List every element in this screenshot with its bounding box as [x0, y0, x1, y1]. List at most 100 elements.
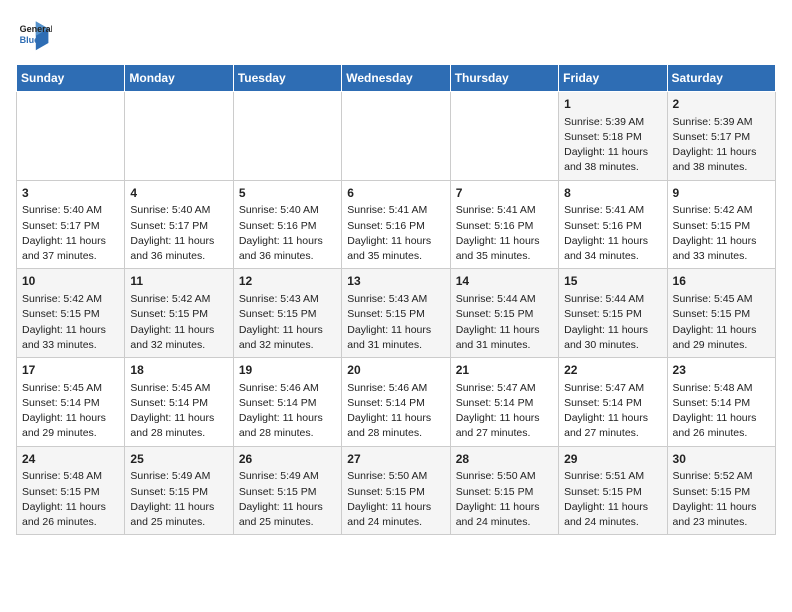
- calendar-cell: 4Sunrise: 5:40 AM Sunset: 5:17 PM Daylig…: [125, 180, 233, 269]
- day-info: Sunrise: 5:44 AM Sunset: 5:15 PM Dayligh…: [564, 292, 661, 353]
- day-info: Sunrise: 5:42 AM Sunset: 5:15 PM Dayligh…: [22, 292, 119, 353]
- day-info: Sunrise: 5:47 AM Sunset: 5:14 PM Dayligh…: [456, 381, 553, 442]
- calendar-cell: 8Sunrise: 5:41 AM Sunset: 5:16 PM Daylig…: [559, 180, 667, 269]
- day-number: 14: [456, 273, 553, 290]
- day-of-week-header: Tuesday: [233, 65, 341, 92]
- calendar-cell: 22 Sunrise: 5:47 AM Sunset: 5:14 PM Dayli…: [559, 358, 667, 447]
- day-number: 4: [130, 185, 227, 202]
- day-number: 18: [130, 362, 227, 379]
- calendar-cell: 27Sunrise: 5:50 AM Sunset: 5:15 PM Dayli…: [342, 446, 450, 535]
- page-header: General Blue: [16, 16, 776, 52]
- logo: General Blue: [16, 16, 52, 52]
- day-info: Sunrise: 5:46 AM Sunset: 5:14 PM Dayligh…: [347, 381, 444, 442]
- calendar-cell: 17 Sunrise: 5:45 AM Sunset: 5:14 PM Dayli…: [17, 358, 125, 447]
- day-info: Sunrise: 5:44 AM Sunset: 5:15 PM Dayligh…: [456, 292, 553, 353]
- calendar-cell: 21 Sunrise: 5:47 AM Sunset: 5:14 PM Dayli…: [450, 358, 558, 447]
- day-number: 24: [22, 451, 119, 468]
- svg-text:Blue: Blue: [20, 35, 40, 45]
- calendar-cell: 18 Sunrise: 5:45 AM Sunset: 5:14 PM Dayli…: [125, 358, 233, 447]
- svg-text:General: General: [20, 24, 52, 34]
- day-number: 2: [673, 96, 770, 113]
- calendar-cell: 12 Sunrise: 5:43 AM Sunset: 5:15 PM Dayli…: [233, 269, 341, 358]
- calendar-cell: 29Sunrise: 5:51 AM Sunset: 5:15 PM Dayli…: [559, 446, 667, 535]
- calendar-cell: [450, 92, 558, 181]
- day-number: 10: [22, 273, 119, 290]
- calendar-cell: 11 Sunrise: 5:42 AM Sunset: 5:15 PM Dayli…: [125, 269, 233, 358]
- calendar-cell: 13 Sunrise: 5:43 AM Sunset: 5:15 PM Dayli…: [342, 269, 450, 358]
- day-info: Sunrise: 5:48 AM Sunset: 5:14 PM Dayligh…: [673, 381, 770, 442]
- day-info: Sunrise: 5:41 AM Sunset: 5:16 PM Dayligh…: [456, 203, 553, 264]
- day-number: 15: [564, 273, 661, 290]
- calendar-cell: [17, 92, 125, 181]
- calendar-cell: 24Sunrise: 5:48 AM Sunset: 5:15 PM Dayli…: [17, 446, 125, 535]
- day-info: Sunrise: 5:45 AM Sunset: 5:14 PM Dayligh…: [22, 381, 119, 442]
- day-info: Sunrise: 5:48 AM Sunset: 5:15 PM Dayligh…: [22, 469, 119, 530]
- calendar-cell: 20 Sunrise: 5:46 AM Sunset: 5:14 PM Dayli…: [342, 358, 450, 447]
- day-number: 13: [347, 273, 444, 290]
- calendar-week-row: 10 Sunrise: 5:42 AM Sunset: 5:15 PM Dayli…: [17, 269, 776, 358]
- day-info: Sunrise: 5:50 AM Sunset: 5:15 PM Dayligh…: [347, 469, 444, 530]
- day-number: 30: [673, 451, 770, 468]
- calendar-cell: 6Sunrise: 5:41 AM Sunset: 5:16 PM Daylig…: [342, 180, 450, 269]
- day-info: Sunrise: 5:40 AM Sunset: 5:17 PM Dayligh…: [130, 203, 227, 264]
- day-of-week-header: Friday: [559, 65, 667, 92]
- day-number: 23: [673, 362, 770, 379]
- day-info: Sunrise: 5:50 AM Sunset: 5:15 PM Dayligh…: [456, 469, 553, 530]
- day-number: 17: [22, 362, 119, 379]
- calendar-cell: [233, 92, 341, 181]
- day-info: Sunrise: 5:45 AM Sunset: 5:15 PM Dayligh…: [673, 292, 770, 353]
- calendar-cell: 28Sunrise: 5:50 AM Sunset: 5:15 PM Dayli…: [450, 446, 558, 535]
- calendar-cell: 19Sunrise: 5:46 AM Sunset: 5:14 PM Dayli…: [233, 358, 341, 447]
- day-info: Sunrise: 5:40 AM Sunset: 5:16 PM Dayligh…: [239, 203, 336, 264]
- calendar-cell: 14 Sunrise: 5:44 AM Sunset: 5:15 PM Dayli…: [450, 269, 558, 358]
- calendar-cell: 7Sunrise: 5:41 AM Sunset: 5:16 PM Daylig…: [450, 180, 558, 269]
- day-info: Sunrise: 5:43 AM Sunset: 5:15 PM Dayligh…: [239, 292, 336, 353]
- day-info: Sunrise: 5:45 AM Sunset: 5:14 PM Dayligh…: [130, 381, 227, 442]
- calendar-week-row: 3Sunrise: 5:40 AM Sunset: 5:17 PM Daylig…: [17, 180, 776, 269]
- day-info: Sunrise: 5:43 AM Sunset: 5:15 PM Dayligh…: [347, 292, 444, 353]
- day-number: 20: [347, 362, 444, 379]
- day-of-week-header: Saturday: [667, 65, 775, 92]
- calendar-cell: 5Sunrise: 5:40 AM Sunset: 5:16 PM Daylig…: [233, 180, 341, 269]
- day-info: Sunrise: 5:40 AM Sunset: 5:17 PM Dayligh…: [22, 203, 119, 264]
- day-info: Sunrise: 5:52 AM Sunset: 5:15 PM Dayligh…: [673, 469, 770, 530]
- day-info: Sunrise: 5:51 AM Sunset: 5:15 PM Dayligh…: [564, 469, 661, 530]
- calendar-week-row: 17 Sunrise: 5:45 AM Sunset: 5:14 PM Dayli…: [17, 358, 776, 447]
- day-of-week-header: Thursday: [450, 65, 558, 92]
- day-of-week-header: Sunday: [17, 65, 125, 92]
- day-number: 19: [239, 362, 336, 379]
- day-number: 22: [564, 362, 661, 379]
- day-info: Sunrise: 5:42 AM Sunset: 5:15 PM Dayligh…: [130, 292, 227, 353]
- day-number: 11: [130, 273, 227, 290]
- day-number: 29: [564, 451, 661, 468]
- day-number: 26: [239, 451, 336, 468]
- day-number: 6: [347, 185, 444, 202]
- day-number: 9: [673, 185, 770, 202]
- logo-icon: General Blue: [16, 16, 52, 52]
- day-number: 28: [456, 451, 553, 468]
- day-info: Sunrise: 5:47 AM Sunset: 5:14 PM Dayligh…: [564, 381, 661, 442]
- calendar-cell: 9Sunrise: 5:42 AM Sunset: 5:15 PM Daylig…: [667, 180, 775, 269]
- day-info: Sunrise: 5:49 AM Sunset: 5:15 PM Dayligh…: [239, 469, 336, 530]
- day-number: 25: [130, 451, 227, 468]
- day-of-week-header: Wednesday: [342, 65, 450, 92]
- day-number: 27: [347, 451, 444, 468]
- calendar-cell: [125, 92, 233, 181]
- day-number: 3: [22, 185, 119, 202]
- day-info: Sunrise: 5:42 AM Sunset: 5:15 PM Dayligh…: [673, 203, 770, 264]
- calendar-cell: 16Sunrise: 5:45 AM Sunset: 5:15 PM Dayli…: [667, 269, 775, 358]
- calendar-cell: 1 Sunrise: 5:39 AM Sunset: 5:18 PM Daylig…: [559, 92, 667, 181]
- calendar-cell: 2Sunrise: 5:39 AM Sunset: 5:17 PM Daylig…: [667, 92, 775, 181]
- day-number: 21: [456, 362, 553, 379]
- calendar-week-row: 1 Sunrise: 5:39 AM Sunset: 5:18 PM Daylig…: [17, 92, 776, 181]
- day-number: 5: [239, 185, 336, 202]
- calendar-cell: 25Sunrise: 5:49 AM Sunset: 5:15 PM Dayli…: [125, 446, 233, 535]
- day-number: 12: [239, 273, 336, 290]
- calendar-cell: 30Sunrise: 5:52 AM Sunset: 5:15 PM Dayli…: [667, 446, 775, 535]
- day-info: Sunrise: 5:39 AM Sunset: 5:18 PM Dayligh…: [564, 115, 661, 176]
- calendar-table: SundayMondayTuesdayWednesdayThursdayFrid…: [16, 64, 776, 535]
- day-info: Sunrise: 5:41 AM Sunset: 5:16 PM Dayligh…: [564, 203, 661, 264]
- calendar-cell: [342, 92, 450, 181]
- day-number: 1: [564, 96, 661, 113]
- calendar-cell: 23 Sunrise: 5:48 AM Sunset: 5:14 PM Dayli…: [667, 358, 775, 447]
